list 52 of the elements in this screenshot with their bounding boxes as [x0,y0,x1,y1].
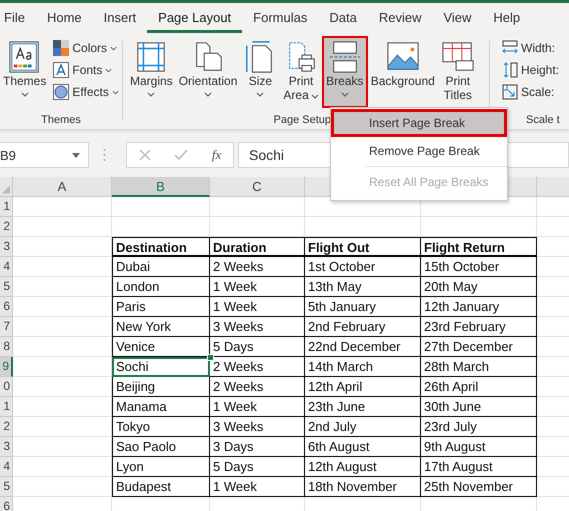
table-cell: 3 Weeks [210,317,305,337]
table-cell: 13th May [305,277,421,297]
group-label: Themes [41,114,81,126]
table-cell: Tokyo [112,417,210,437]
table-cell: 2nd July [305,417,421,437]
table-cell: Duration [210,237,305,257]
table-cell: 5th January [305,297,421,317]
table-cell: Dubai [112,257,210,277]
table-cell: 26th April [421,377,537,397]
table-cell: 15th October [421,257,537,277]
table-cell: 3 Days [210,437,305,457]
table-cell: 12th August [305,457,421,477]
table-cell: 5 Days [210,457,305,477]
table-cell: 3 Weeks [210,417,305,437]
table-cell: 28th March [421,357,537,377]
table-cell: 6th August [305,437,421,457]
table-cell: 30th June [421,397,537,417]
table-cell: 20th May [421,277,537,297]
table-cell: 9th August [421,437,537,457]
table-cell: Manama [112,397,210,417]
table-cell: 1 Week [210,397,305,417]
table-cell: 23rd February [421,317,537,337]
group-label: Page Setup [274,114,331,126]
table-cell: 12th April [305,377,421,397]
table-cell: 27th December [421,337,537,357]
group-label: Scale t [526,114,560,126]
table-cell: 2 Weeks [210,257,305,277]
table-cell: Beijing [112,377,210,397]
table-cell: Paris [112,297,210,317]
table-cell: 1 Week [210,477,305,497]
table-cell: New York [112,317,210,337]
table-cell: 18th November [305,477,421,497]
table-cell: Sochi [112,357,210,377]
table-cell: 12th January [421,297,537,317]
table-cell: 2nd February [305,317,421,337]
table-cell: Destination [112,237,210,257]
table-cell: Flight Out [305,237,421,257]
table-cell: 2 Weeks [210,377,305,397]
table-cell: 1 Week [210,277,305,297]
table-cell: 25th November [421,477,537,497]
table-cell: Sao Paolo [112,437,210,457]
table-cell: Budapest [112,477,210,497]
table-cell: Flight Return [421,237,537,257]
table-cell: 14th March [305,357,421,377]
table-cell: 17th August [421,457,537,477]
table-cell: 22nd December [305,337,421,357]
table-cell: 1st October [305,257,421,277]
table-cell: London [112,277,210,297]
table-cell: Lyon [112,457,210,477]
table-cell: 23th June [305,397,421,417]
table-cell: 1 Week [210,297,305,317]
table-cell: 23rd July [421,417,537,437]
